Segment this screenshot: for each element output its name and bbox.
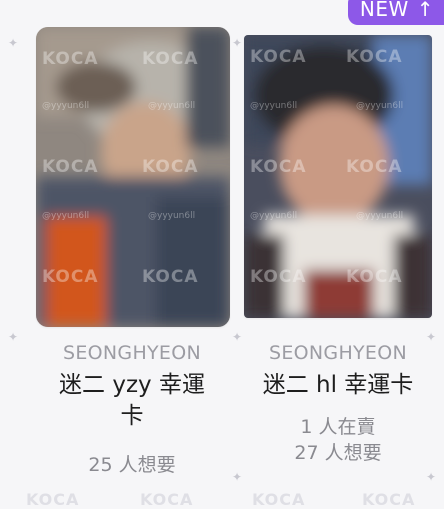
photo-image [36,27,230,327]
want-count: 25 人想要 [88,454,176,476]
selling-count: 1 人在賣 [300,416,376,438]
watermark-handle: @yyyun6ll [356,101,404,111]
watermark-logo: KOCA [140,490,194,509]
arrow-up-icon: ↑ [416,0,434,21]
card-title-line: 卡 [120,403,144,429]
watermark-handle: @yyyun6ll [356,211,404,221]
watermark-handle: @yyyun6ll [42,211,90,221]
new-badge-label: NEW [359,0,409,21]
card-title-line: 迷二 hl 幸運卡 [262,372,414,398]
watermark-handle: @yyyun6ll [250,101,298,111]
sparkle-icon: ✦ [426,470,437,484]
want-count: 27 人想要 [294,442,382,464]
watermark-logo: KOCA [252,490,306,509]
sparkle-icon: ✦ [232,470,243,484]
new-badge: NEW ↑ [347,0,444,25]
card-title[interactable]: 迷二 yzy 幸運 卡 [32,370,232,432]
photo-image [244,35,432,318]
artist-name: SEONGHYEON [62,342,202,364]
watermark-handle: @yyyun6ll [148,101,196,111]
sparkle-icon: ✦ [232,36,243,50]
watermark-handle: @yyyun6ll [250,211,298,221]
card-photo[interactable]: KOCA KOCA KOCA KOCA KOCA KOCA @yyyun6ll … [36,27,230,327]
card-title[interactable]: 迷二 hl 幸運卡 [238,370,438,401]
watermark-handle: @yyyun6ll [42,101,90,111]
watermark-logo: KOCA [362,490,416,509]
sparkle-icon: ✦ [232,330,243,344]
sparkle-icon: ✦ [426,330,437,344]
card-photo[interactable]: KOCA KOCA KOCA KOCA KOCA KOCA @yyyun6ll … [244,35,432,318]
watermark-logo: KOCA [26,490,80,509]
artist-name: SEONGHYEON [268,342,408,364]
sparkle-icon: ✦ [8,330,19,344]
watermark-handle: @yyyun6ll [148,211,196,221]
sparkle-icon: ✦ [8,36,19,50]
card-title-line: 迷二 yzy 幸運 [59,372,205,398]
